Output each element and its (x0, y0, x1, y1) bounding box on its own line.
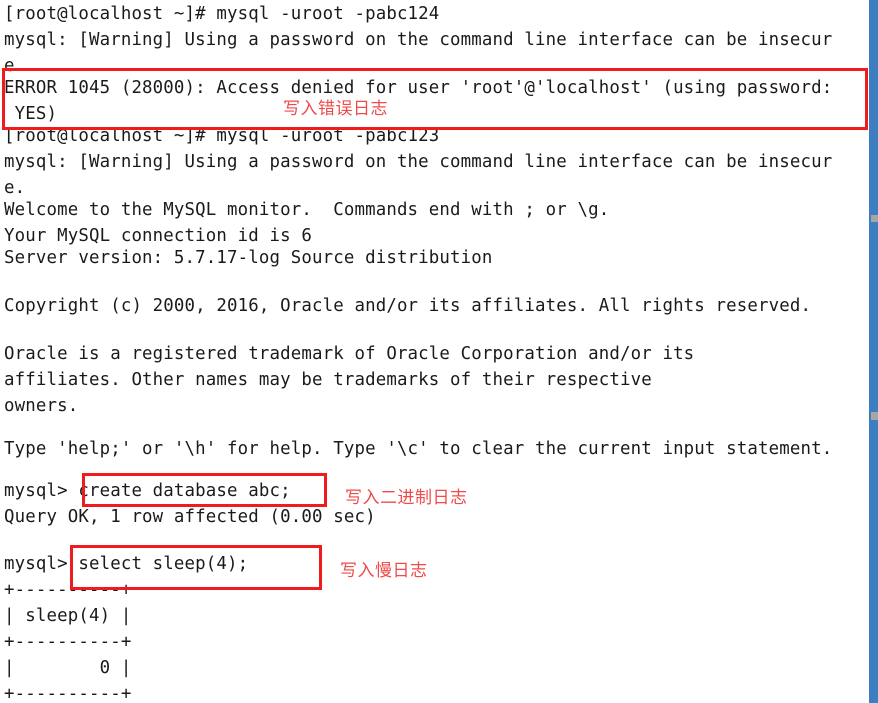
terminal-line: affiliates. Other names may be trademark… (4, 370, 652, 390)
terminal-line: +----------+ (4, 580, 132, 600)
terminal-line: mysql> select sleep(4); (4, 554, 249, 574)
terminal-line: mysql> create database abc; (4, 481, 291, 501)
label-binary-log: 写入二进制日志 (345, 488, 468, 508)
terminal-line: owners. (4, 396, 79, 416)
terminal-line: +----------+ (4, 684, 132, 703)
terminal-line: | sleep(4) | (4, 606, 132, 626)
terminal-line: Copyright (c) 2000, 2016, Oracle and/or … (4, 296, 812, 316)
terminal-line: ERROR 1045 (28000): Access denied for us… (4, 78, 833, 98)
scrollbar-thumb[interactable] (871, 0, 878, 215)
terminal-line: [root@localhost ~]# mysql -uroot -pabc12… (4, 4, 440, 24)
terminal-line: | 0 | (4, 658, 132, 678)
terminal-line: [root@localhost ~]# mysql -uroot -pabc12… (4, 126, 440, 146)
terminal-line: Query OK, 1 row affected (0.00 sec) (4, 507, 376, 527)
terminal-line: mysql: [Warning] Using a password on the… (4, 152, 833, 172)
terminal-line: Server version: 5.7.17-log Source distri… (4, 248, 493, 268)
terminal-line: Type 'help;' or '\h' for help. Type '\c'… (4, 439, 833, 459)
terminal-output[interactable]: [root@localhost ~]# mysql -uroot -pabc12… (0, 0, 869, 703)
label-slow-log: 写入慢日志 (340, 561, 428, 581)
scrollbar-thumb[interactable] (871, 420, 878, 703)
terminal-line: mysql: [Warning] Using a password on the… (4, 30, 833, 50)
label-error-log: 写入错误日志 (283, 99, 388, 119)
terminal-line: +----------+ (4, 632, 132, 652)
terminal-line: Welcome to the MySQL monitor. Commands e… (4, 200, 610, 220)
scrollbar-thumb[interactable] (871, 222, 878, 412)
terminal-line: Oracle is a registered trademark of Orac… (4, 344, 695, 364)
terminal-screenshot: [root@localhost ~]# mysql -uroot -pabc12… (0, 0, 878, 703)
